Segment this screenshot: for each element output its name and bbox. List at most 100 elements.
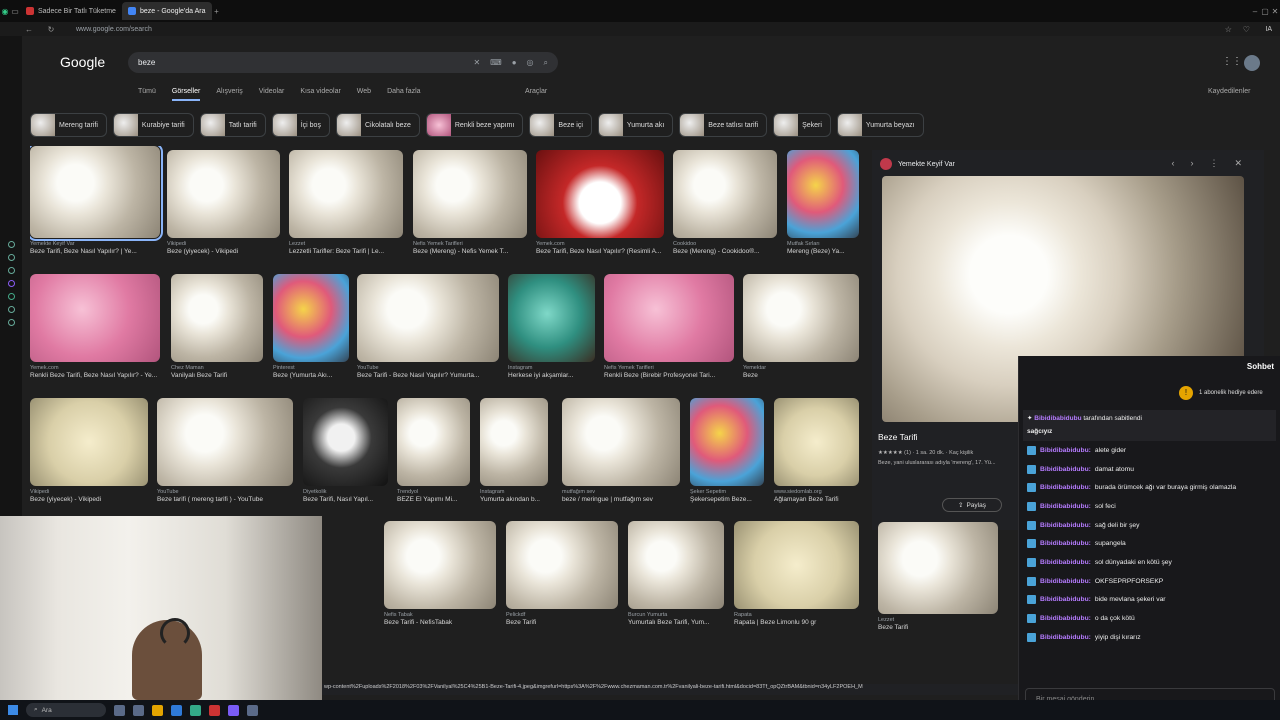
chip[interactable]: Renkli beze yapımı bbox=[425, 113, 524, 137]
result-title[interactable]: Beze (yiyecek) - Vikipedi bbox=[167, 248, 280, 255]
minimize-icon[interactable]: – bbox=[1250, 7, 1260, 16]
next-icon[interactable]: › bbox=[1190, 158, 1193, 169]
share-button[interactable]: ⇪ Paylaş bbox=[942, 498, 1002, 512]
chip[interactable]: Yumurta beyazı bbox=[836, 113, 924, 137]
image-result[interactable]: Şeker Sepetim Şekersepetim Beze... bbox=[690, 398, 764, 503]
result-thumbnail[interactable] bbox=[273, 274, 349, 362]
result-title[interactable]: Herkese iyi akşamlar... bbox=[508, 372, 595, 379]
filter-videos[interactable]: Videolar bbox=[259, 88, 285, 101]
new-tab-icon[interactable]: + bbox=[212, 7, 222, 16]
result-title[interactable]: Beze Tarifi, Beze Nasıl Yapılır? (Resiml… bbox=[536, 248, 664, 255]
result-title[interactable]: Beze bbox=[743, 372, 859, 379]
apps-grid-icon[interactable]: ⋮⋮ bbox=[1222, 56, 1242, 67]
chat-username[interactable]: Bibidibabidubu: bbox=[1040, 522, 1091, 529]
prev-icon[interactable]: ‹ bbox=[1171, 158, 1174, 169]
result-title[interactable]: Beze Tarifi, Beze Nasıl Yapılır? | Ye... bbox=[30, 248, 160, 255]
maximize-icon[interactable]: ▢ bbox=[1260, 7, 1270, 16]
result-source[interactable]: Yemek.com bbox=[30, 365, 160, 371]
taskbar-app-icon[interactable] bbox=[171, 704, 182, 716]
more-options-icon[interactable]: ⋮ bbox=[1209, 158, 1218, 169]
filter-short-videos[interactable]: Kısa videolar bbox=[300, 88, 340, 101]
image-result[interactable]: Cookidoo Beze (Mereng) - Cookidoo®... bbox=[673, 150, 777, 255]
windows-start-icon[interactable] bbox=[8, 705, 18, 715]
result-source[interactable]: mutfağım sev bbox=[562, 489, 680, 495]
result-source[interactable]: Rapata bbox=[734, 612, 859, 618]
taskbar-search[interactable]: ⌕ Ara bbox=[26, 703, 106, 717]
tab-list-icon[interactable]: ▭ bbox=[10, 7, 20, 16]
result-source[interactable]: Yemek.com bbox=[536, 241, 664, 247]
result-source[interactable]: Mutfak Sırları bbox=[787, 241, 859, 247]
taskbar-app-icon[interactable] bbox=[152, 704, 163, 716]
result-source[interactable]: Cookidoo bbox=[673, 241, 777, 247]
result-source[interactable]: Pelickdf bbox=[506, 612, 618, 618]
result-source[interactable]: Yemekte Keyif Var bbox=[30, 241, 160, 247]
result-source[interactable]: YouTube bbox=[157, 489, 293, 495]
result-source[interactable]: Pinterest bbox=[273, 365, 349, 371]
result-title[interactable]: Beze Tarifi - NefisTabak bbox=[384, 619, 496, 626]
result-title[interactable]: Renkli Beze Tarifi, Beze Nasıl Yapılır? … bbox=[30, 372, 160, 379]
extensions-icon[interactable]: ♡ bbox=[1241, 25, 1251, 34]
result-thumbnail[interactable] bbox=[774, 398, 859, 486]
related-result[interactable]: Lezzet Beze Tarifi bbox=[878, 522, 998, 642]
chat-username[interactable]: Bibidibabidubu: bbox=[1040, 615, 1091, 622]
result-title[interactable]: Beze (yiyecek) - Vikipedi bbox=[30, 496, 148, 503]
result-thumbnail[interactable] bbox=[167, 150, 280, 238]
preview-title[interactable]: Beze Tarifi bbox=[878, 432, 918, 442]
result-title[interactable]: Şekersepetim Beze... bbox=[690, 496, 764, 503]
result-thumbnail[interactable] bbox=[508, 274, 595, 362]
related-image[interactable] bbox=[878, 522, 998, 614]
result-title[interactable]: Renkli Beze (Birebir Profesyonel Tari... bbox=[604, 372, 734, 379]
image-result[interactable]: Nefis Tabak Beze Tarifi - NefisTabak bbox=[384, 521, 496, 626]
result-source[interactable]: Nefis Yemek Tarifleri bbox=[604, 365, 734, 371]
result-thumbnail[interactable] bbox=[157, 398, 293, 486]
bookmark-icon[interactable]: ☆ bbox=[1223, 25, 1233, 34]
result-thumbnail[interactable] bbox=[673, 150, 777, 238]
result-title[interactable]: Yumurtalı Beze Tarifi, Yum... bbox=[628, 619, 724, 626]
mic-icon[interactable]: ● bbox=[512, 58, 517, 67]
result-thumbnail[interactable] bbox=[787, 150, 859, 238]
avatar[interactable] bbox=[1244, 55, 1260, 71]
result-thumbnail[interactable] bbox=[30, 398, 148, 486]
result-source[interactable]: Instagram bbox=[508, 365, 595, 371]
taskbar-app-icon[interactable] bbox=[133, 704, 144, 716]
image-result[interactable]: YouTube Beze tarifi ( mereng tarifi ) - Y… bbox=[157, 398, 293, 503]
image-result[interactable]: Burcun Yumurta Yumurtalı Beze Tarifi, Yum… bbox=[628, 521, 724, 626]
back-icon[interactable]: ← bbox=[24, 25, 34, 34]
chat-username[interactable]: Bibidibabidubu: bbox=[1040, 447, 1091, 454]
chat-username[interactable]: Bibidibabidubu: bbox=[1040, 540, 1091, 547]
result-thumbnail[interactable] bbox=[480, 398, 548, 486]
result-title[interactable]: Lezzetli Tarifler: Beze Tarifi | Le... bbox=[289, 248, 403, 255]
chat-username[interactable]: Bibidibabidubu: bbox=[1040, 559, 1091, 566]
filter-shopping[interactable]: Alışveriş bbox=[216, 88, 242, 101]
result-source[interactable]: Vikipedi bbox=[167, 241, 280, 247]
result-thumbnail[interactable] bbox=[734, 521, 859, 609]
result-thumbnail[interactable] bbox=[536, 150, 664, 238]
result-title[interactable]: Yumurta akından b... bbox=[480, 496, 548, 503]
tab-1[interactable]: Sadece Bir Tatlı Tüketme bbox=[20, 2, 122, 20]
chip[interactable]: Mereng tarifi bbox=[30, 113, 107, 137]
image-result[interactable]: Instagram Yumurta akından b... bbox=[480, 398, 548, 503]
rail-shortcut-icon[interactable] bbox=[7, 306, 15, 313]
result-title[interactable]: Beze Tarifi, Nasıl Yapıl... bbox=[303, 496, 388, 503]
result-source[interactable]: Lezzet bbox=[289, 241, 403, 247]
saved-button[interactable]: Kaydedilenler bbox=[1208, 88, 1250, 95]
result-source[interactable]: Yemektar bbox=[743, 365, 859, 371]
result-thumbnail[interactable] bbox=[303, 398, 388, 486]
clear-icon[interactable]: ✕ bbox=[473, 58, 480, 67]
google-logo[interactable]: Google bbox=[60, 54, 105, 70]
image-result[interactable]: Vikipedi Beze (yiyecek) - Vikipedi bbox=[167, 150, 280, 255]
rail-shortcut-icon[interactable] bbox=[7, 254, 15, 261]
image-result[interactable]: Yemek.com Beze Tarifi, Beze Nasıl Yapılır… bbox=[536, 150, 664, 255]
taskbar-app-icon[interactable] bbox=[247, 704, 258, 716]
chat-username[interactable]: Bibidibabidubu: bbox=[1040, 634, 1091, 641]
preview-source[interactable]: Yemekte Keyif Var bbox=[880, 158, 955, 170]
chat-username[interactable]: Bibidibabidubu: bbox=[1040, 466, 1091, 473]
result-title[interactable]: Mereng (Beze) Ya... bbox=[787, 248, 859, 255]
rail-shortcut-icon[interactable] bbox=[7, 293, 15, 300]
lens-icon[interactable]: ◎ bbox=[527, 58, 534, 67]
taskbar-app-icon[interactable] bbox=[228, 704, 239, 716]
tab-2[interactable]: beze - Google'da Ara bbox=[121, 2, 212, 20]
filter-all[interactable]: Tümü bbox=[138, 88, 156, 101]
chat-username[interactable]: Bibidibabidubu: bbox=[1040, 596, 1091, 603]
result-thumbnail[interactable] bbox=[30, 274, 160, 362]
